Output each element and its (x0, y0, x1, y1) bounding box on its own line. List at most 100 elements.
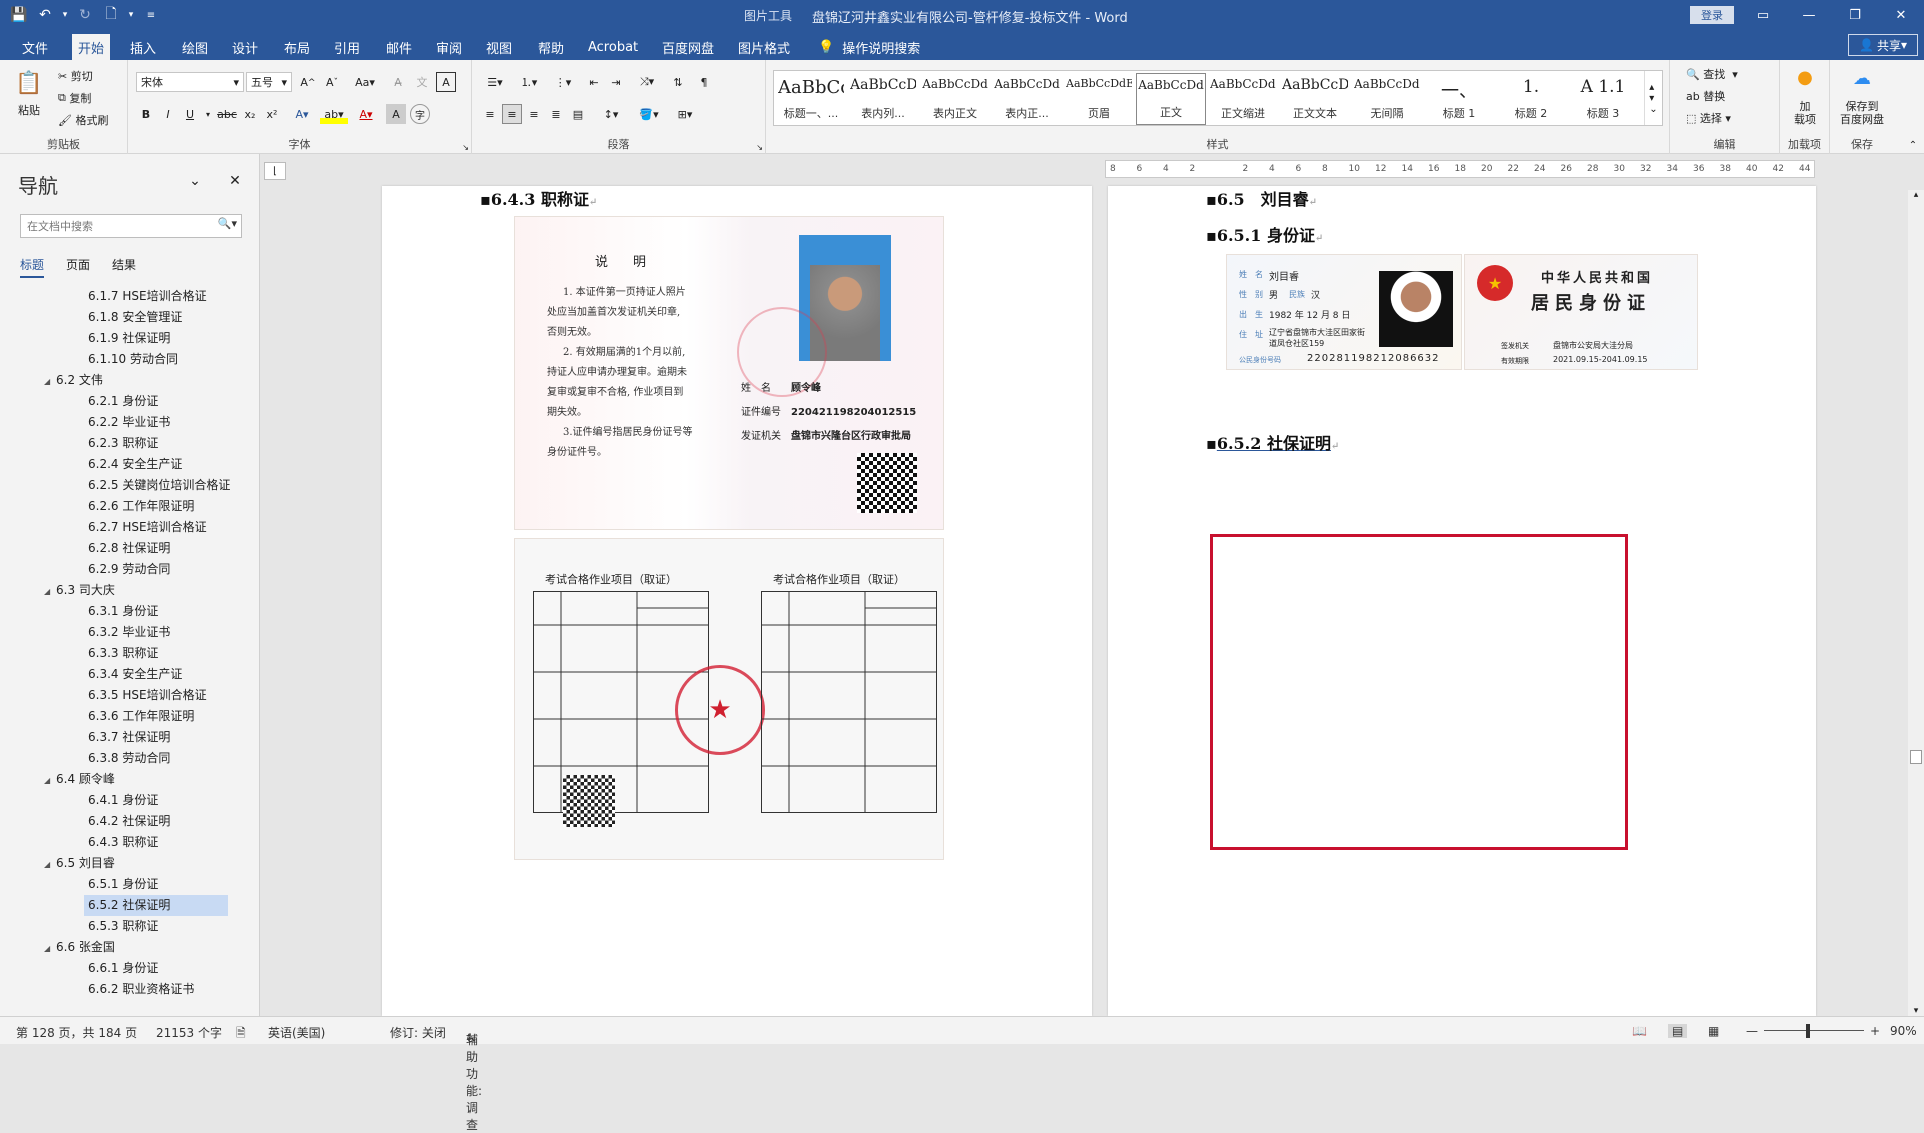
login-button[interactable]: 登录 (1690, 6, 1734, 24)
nav-heading-item[interactable]: ◢ 6.5 刘目睿 (0, 853, 258, 874)
nav-heading-item[interactable]: 6.3.7 社保证明 (0, 727, 258, 748)
style-item[interactable]: AaBbCcDdI 正文缩进 (1208, 73, 1278, 125)
new-doc-dropdown-icon[interactable]: ▾ (126, 4, 136, 26)
tab-draw[interactable]: 绘图 (176, 34, 214, 60)
nav-heading-item[interactable]: 6.4.1 身份证 (0, 790, 258, 811)
nav-heading-item[interactable]: 6.2.9 劳动合同 (0, 559, 258, 580)
undo-icon[interactable]: ↶ (34, 4, 56, 26)
zoom-slider[interactable] (1764, 1030, 1864, 1031)
style-item-selected[interactable]: AaBbCcDd 正文 (1136, 73, 1206, 125)
tab-references[interactable]: 引用 (328, 34, 366, 60)
nav-heading-item[interactable]: 6.2.6 工作年限证明 (0, 496, 258, 517)
nav-heading-item[interactable]: 6.3.8 劳动合同 (0, 748, 258, 769)
decrease-indent-icon[interactable]: ⇤ (584, 72, 604, 92)
web-layout-icon[interactable]: ▦ (1708, 1024, 1719, 1038)
find-button[interactable]: 🔍 查找 ▾ (1686, 66, 1738, 82)
nav-heading-item[interactable]: ◢ 6.6 张金国 (0, 937, 258, 958)
zoom-in-icon[interactable]: + (1870, 1024, 1880, 1038)
expand-arrow-icon[interactable]: ◢ (44, 371, 56, 392)
nav-heading-item[interactable]: 6.3.2 毕业证书 (0, 622, 258, 643)
scroll-up-icon[interactable]: ▴ (1908, 190, 1924, 200)
phonetic-guide-icon[interactable]: 文 (412, 72, 432, 92)
nav-heading-item[interactable]: 6.4.2 社保证明 (0, 811, 258, 832)
word-count[interactable]: 21153 个字 (156, 1024, 222, 1041)
certificate-image-upper[interactable]: 说 明 1. 本证件第一页持证人照片 处应当加盖首次发证机关印章, 否则无效。 2. … (514, 216, 944, 530)
language[interactable]: 英语(美国) (268, 1024, 325, 1041)
underline-dropdown-icon[interactable]: ▾ (202, 104, 214, 124)
font-name-combo[interactable]: 宋体 ▾ (136, 72, 244, 92)
heading-6-5[interactable]: ▪6.5 刘目睿↵ (1206, 186, 1317, 210)
copy-button[interactable]: ⧉ 复制 (58, 90, 91, 106)
dialog-launcher-icon[interactable]: ↘ (756, 143, 763, 152)
bold-icon[interactable]: B (136, 104, 156, 124)
new-doc-icon[interactable]: 🗋 (100, 4, 122, 26)
nav-heading-item[interactable]: 6.1.8 安全管理证 (0, 307, 258, 328)
ribbon-display-icon[interactable]: ▭ (1740, 0, 1786, 30)
tab-view[interactable]: 视图 (480, 34, 518, 60)
restore-icon[interactable]: ❐ (1832, 0, 1878, 30)
empty-image-frame[interactable] (1210, 534, 1628, 850)
nav-heading-item[interactable]: 6.3.6 工作年限证明 (0, 706, 258, 727)
nav-heading-item[interactable]: ◢ 6.2 文伟 (0, 370, 258, 391)
bullets-icon[interactable]: ☰▾ (480, 72, 510, 92)
nav-heading-item[interactable]: 6.2.2 毕业证书 (0, 412, 258, 433)
text-effects-icon[interactable]: A▾ (288, 104, 316, 124)
chinese-layout-icon[interactable]: ⤨▾ (632, 72, 662, 92)
dialog-launcher-icon[interactable]: ↘ (462, 143, 469, 152)
tab-help[interactable]: 帮助 (532, 34, 570, 60)
certificate-image-lower[interactable]: 考试合格作业项目（取证） 考试合格作业项目（取证） ★ (514, 538, 944, 860)
font-size-combo[interactable]: 五号 ▾ (246, 72, 292, 92)
nav-heading-item[interactable]: 6.5.2 社保证明 (84, 895, 228, 916)
nav-tab-headings[interactable]: 标题 (20, 256, 45, 278)
tab-design[interactable]: 设计 (226, 34, 264, 60)
change-case-icon[interactable]: Aa▾ (350, 72, 380, 92)
zoom-level[interactable]: 90% (1890, 1024, 1917, 1038)
proofing-icon[interactable]: 🗎 (236, 1024, 246, 1045)
nav-heading-item[interactable]: 6.5.3 职称证 (0, 916, 258, 937)
id-card-front[interactable]: 姓 名 刘目睿 性 别 男 民族 汉 出 生 1982 年 12 月 8 日 住… (1226, 254, 1462, 370)
show-marks-icon[interactable]: ¶ (694, 72, 714, 92)
nav-heading-item[interactable]: 6.3.3 职称证 (0, 643, 258, 664)
save-icon[interactable]: 💾 (8, 4, 30, 26)
styles-scroll-icon[interactable]: ▴ ▾ ⌄ (1644, 71, 1662, 125)
nav-heading-item[interactable]: 6.6.1 身份证 (0, 958, 258, 979)
zoom-slider-thumb[interactable] (1806, 1024, 1810, 1038)
heading-6-5-1[interactable]: ▪6.5.1 身份证↵ (1206, 222, 1323, 246)
tab-insert[interactable]: 插入 (124, 34, 162, 60)
tab-picture-format[interactable]: 图片格式 (732, 34, 796, 60)
underline-icon[interactable]: U (180, 104, 200, 124)
print-layout-icon[interactable]: ▤ (1668, 1024, 1688, 1038)
borders-icon[interactable]: ⊞▾ (670, 104, 700, 124)
style-item[interactable]: AaBbCcDd 表内正... (992, 73, 1062, 125)
customize-qat-icon[interactable]: ≡ (140, 4, 162, 26)
nav-heading-item[interactable]: 6.3.5 HSE培训合格证 (0, 685, 258, 706)
grow-font-icon[interactable]: A ^ (298, 72, 318, 92)
undo-dropdown-icon[interactable]: ▾ (60, 4, 70, 26)
char-shading-icon[interactable]: A (386, 104, 406, 124)
zoom-out-icon[interactable]: — (1746, 1024, 1758, 1038)
style-item[interactable]: AaBbCc 标题一、... (776, 73, 846, 125)
addin-icon[interactable]: ● (1794, 66, 1816, 88)
tab-review[interactable]: 审阅 (430, 34, 468, 60)
nav-heading-item[interactable]: 6.3.1 身份证 (0, 601, 258, 622)
nav-heading-item[interactable]: 6.5.1 身份证 (0, 874, 258, 895)
collapse-ribbon-icon[interactable]: ⌃ (1906, 138, 1920, 152)
horizontal-ruler[interactable]: 8 6 4 2 2 4 6 8 10 12 14 16 18 20 22 24 26 28 30 32 34 36 38 40… (1105, 160, 1815, 178)
tab-baidu-netdisk[interactable]: 百度网盘 (656, 34, 720, 60)
share-button[interactable]: 👤 共享 ▾ (1848, 34, 1918, 56)
style-item[interactable]: AaBbCcDd 表内正文 (920, 73, 990, 125)
close-icon[interactable]: ✕ (1878, 0, 1924, 30)
justify-icon[interactable]: ≣ (546, 104, 566, 124)
save-to-baidu-button[interactable]: 保存到 百度网盘 (1832, 100, 1892, 126)
paste-button[interactable]: 粘贴 (14, 102, 44, 118)
expand-arrow-icon[interactable]: ◢ (44, 770, 56, 791)
scroll-thumb[interactable] (1910, 750, 1922, 764)
line-spacing-icon[interactable]: ↕▾ (596, 104, 626, 124)
vertical-scrollbar[interactable]: ▴ ▾ (1908, 190, 1924, 1016)
nav-heading-item[interactable]: 6.1.10 劳动合同 (0, 349, 258, 370)
sort-icon[interactable]: ⇅ (668, 72, 688, 92)
style-item[interactable]: AaBbCcD 表内列... (848, 73, 918, 125)
distributed-icon[interactable]: ▤ (568, 104, 588, 124)
style-item[interactable]: AaBbCcDdEe 页眉 (1064, 73, 1134, 125)
tab-file[interactable]: 文件 (16, 34, 54, 60)
